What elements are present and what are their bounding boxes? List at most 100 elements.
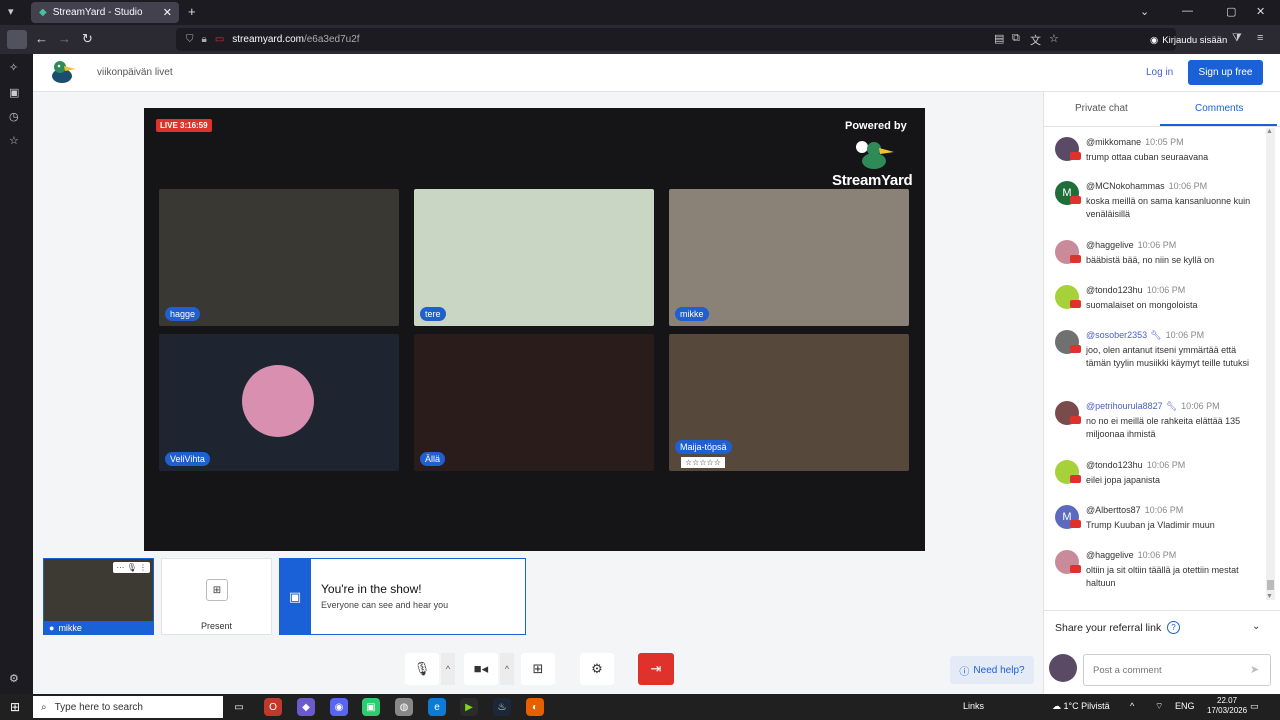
tab-list-icon[interactable]: ▾ [8, 5, 14, 18]
comment-user: @Alberttos87 [1086, 505, 1141, 515]
tab-close-icon[interactable]: ✕ [163, 6, 172, 19]
comment-time: 10:05 PM [1145, 137, 1184, 147]
app-icon[interactable]: ▣ [362, 698, 380, 716]
links-toolbar[interactable]: Links [963, 701, 984, 711]
permissions-icon[interactable]: ▭ [215, 34, 224, 45]
chevron-down-icon[interactable]: ⌄ [1252, 621, 1260, 632]
steam-icon[interactable]: ♨ [493, 698, 511, 716]
youtube-icon [1070, 520, 1081, 528]
person-icon: ● [49, 623, 55, 633]
sidebar-settings-icon[interactable]: ⚙ [9, 672, 19, 685]
windows-start-icon[interactable]: ⊞ [10, 700, 20, 714]
scroll-thumb[interactable] [1267, 580, 1274, 590]
microphone-button[interactable]: 🎙︎ [405, 653, 439, 685]
media-player-icon[interactable]: ▶ [460, 698, 478, 716]
share-screen-icon: ⊞ [532, 661, 544, 676]
camera-options-icon[interactable]: ^ [500, 653, 514, 685]
comment-time: 10:06 PM [1146, 285, 1186, 295]
camera-button[interactable]: ■◂ [464, 653, 498, 685]
taskbar-search[interactable]: ⌕ Type here to search [33, 696, 223, 718]
scroll-up-icon[interactable]: ▲ [1266, 128, 1273, 135]
streamyard-favicon-icon: ◆ [39, 7, 47, 18]
participant-tile[interactable]: mikke [669, 189, 909, 326]
help-label: Need help? [973, 664, 1025, 676]
tab-overflow-icon[interactable]: ⌄ [1140, 5, 1149, 18]
task-view-icon[interactable]: ▭ [230, 698, 248, 716]
comment-user: @haggelive [1086, 240, 1134, 250]
microphone-icon: 🎙︎ [413, 661, 431, 676]
present-button[interactable]: ⊞ Present [161, 558, 272, 635]
help-button[interactable]: ⓘ Need help? [950, 656, 1034, 684]
cloud-icon: ☁ [1052, 701, 1061, 711]
comment-user: @sosober2353 [1086, 330, 1148, 340]
weather-widget[interactable]: ☁ 1°C Pilvistä [1052, 701, 1110, 712]
scroll-down-icon[interactable]: ▼ [1266, 593, 1273, 600]
new-tab-icon[interactable]: + [188, 4, 196, 19]
sidebar-toggle-icon[interactable] [7, 30, 27, 49]
exit-icon: ⇥ [650, 661, 662, 676]
ai-sparkle-icon[interactable]: ✧ [9, 61, 18, 74]
pip-icon[interactable]: ⧉ [1012, 32, 1020, 45]
language-indicator[interactable]: ENG [1175, 701, 1195, 711]
help-circle-icon[interactable]: ? [1167, 621, 1180, 634]
settings-button[interactable]: ⚙ [580, 653, 614, 685]
menu-icon[interactable]: ≡ [1257, 32, 1263, 44]
present-screen-icon: ⊞ [206, 579, 228, 601]
comment-meta: @sosober2353 🔧︎ 10:06 PM [1086, 330, 1204, 341]
participant-name: VeliVihta [165, 452, 210, 466]
history-icon[interactable]: ◷ [9, 110, 19, 123]
discord-icon[interactable]: ◉ [330, 698, 348, 716]
leave-studio-button[interactable]: ⇥ [638, 653, 674, 685]
firefox-icon[interactable]: ◐ [526, 698, 544, 716]
maximize-icon[interactable]: ▢ [1226, 5, 1236, 18]
taskbar-search-label: Type here to search [54, 701, 143, 713]
network-icon[interactable]: ⌔ [1155, 701, 1163, 712]
share-screen-button[interactable]: ⊞ [521, 653, 555, 685]
edge-icon[interactable]: e [428, 698, 446, 716]
shield-icon[interactable]: ⛉ [186, 34, 194, 45]
clock-time: 22.07 [1217, 696, 1238, 705]
account-button[interactable]: ◉ Kirjaudu sisään [1150, 31, 1227, 49]
duck-logo-icon[interactable] [49, 59, 77, 85]
broadcast-stage [144, 108, 925, 551]
window-close-icon[interactable]: ✕ [1256, 5, 1265, 18]
reader-view-icon[interactable]: ▤ [994, 32, 1004, 45]
clock[interactable]: 22.07 17/03/2026 [1207, 696, 1247, 716]
participant-tile[interactable]: VeliVihta [159, 334, 399, 471]
participant-tile[interactable]: hagge [159, 189, 399, 326]
participant-tile[interactable]: Maija-töpsä ☆☆☆☆☆ [669, 334, 909, 471]
comment-user: @petrihourula8827 [1086, 401, 1163, 411]
notification-icon[interactable]: ▭ [1250, 701, 1259, 712]
extensions-icon[interactable]: ⧩ [1232, 32, 1242, 45]
tab-comments[interactable]: Comments [1195, 103, 1243, 114]
self-camera-controls[interactable]: ··· 🎙︎ ⋮ [113, 562, 150, 573]
send-icon[interactable]: ➤ [1250, 663, 1259, 676]
comment-input[interactable] [1083, 654, 1271, 686]
microphone-options-icon[interactable]: ^ [441, 653, 455, 685]
reload-icon[interactable]: ↻ [82, 31, 93, 47]
referral-label[interactable]: Share your referral link [1055, 622, 1161, 634]
back-icon[interactable]: ← [35, 31, 48, 46]
browser-tab[interactable]: ◆ StreamYard - Studio ✕ [31, 2, 179, 23]
comments-scrollbar[interactable] [1266, 128, 1275, 600]
login-link[interactable]: Log in [1146, 67, 1173, 78]
in-show-subtitle: Everyone can see and hear you [321, 600, 449, 610]
participant-tile[interactable]: Ällä [414, 334, 654, 471]
synced-tabs-icon[interactable]: ▣ [9, 86, 19, 99]
opera-icon[interactable]: O [264, 698, 282, 716]
app-icon[interactable]: ◆ [297, 698, 315, 716]
self-name: mikke [58, 623, 82, 633]
lock-icon[interactable]: 🔒︎ [202, 34, 207, 45]
url-bar[interactable]: ⛉ 🔒︎ ▭ streamyard.com/e6a3ed7u2f [176, 28, 1176, 51]
minimize-icon[interactable]: — [1182, 5, 1193, 17]
signup-button[interactable]: Sign up free [1188, 60, 1263, 85]
translate-icon[interactable]: 文 [1030, 32, 1041, 48]
tab-private-chat[interactable]: Private chat [1075, 103, 1128, 114]
comment-text: trump ottaa cuban seuraavana [1086, 152, 1209, 162]
forward-icon[interactable]: → [58, 31, 71, 46]
bookmarks-icon[interactable]: ☆ [9, 134, 19, 147]
bookmark-star-icon[interactable]: ☆ [1049, 32, 1059, 45]
tray-overflow-icon[interactable]: ^ [1130, 701, 1134, 711]
participant-tile[interactable]: tere [414, 189, 654, 326]
app-icon[interactable]: ◍ [395, 698, 413, 716]
